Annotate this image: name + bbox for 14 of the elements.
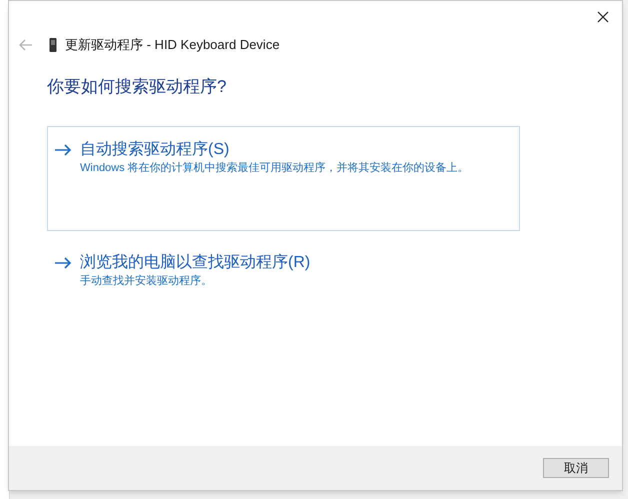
option-title: 自动搜索驱动程序(S)	[80, 140, 230, 160]
arrow-icon	[54, 256, 72, 268]
cancel-button[interactable]: 取消	[543, 458, 609, 478]
close-icon	[597, 11, 609, 23]
window-title: 更新驱动程序 - HID Keyboard Device	[65, 36, 280, 54]
keyboard-device-icon	[49, 38, 57, 52]
page-heading: 你要如何搜索驱动程序?	[47, 76, 228, 98]
arrow-icon	[54, 144, 72, 156]
option-link[interactable]: 浏览我的电脑以查找驱动程序(R) 手动查找并安装驱动程序。	[47, 238, 520, 298]
option-description: 手动查找并安装驱动程序。	[80, 274, 213, 288]
option-link[interactable]: 自动搜索驱动程序(S) Windows 将在你的计算机中搜索最佳可用驱动程序，并将其安装在你的设备上。	[47, 126, 520, 230]
back-arrow-icon	[19, 39, 33, 51]
option-description: Windows 将在你的计算机中搜索最佳可用驱动程序，并将其安装在你的设备上。	[80, 160, 469, 176]
option-title: 浏览我的电脑以查找驱动程序(R)	[80, 252, 310, 272]
